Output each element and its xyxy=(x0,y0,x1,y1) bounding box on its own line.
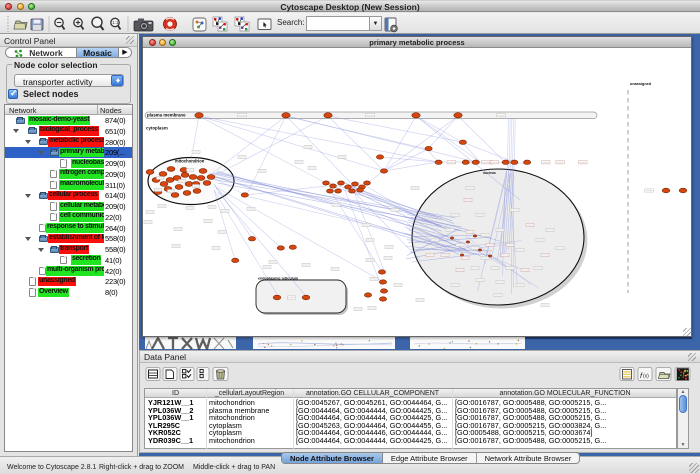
svg-text:endoplasmic reticulum: endoplasmic reticulum xyxy=(258,277,299,281)
svg-text:cytoplasm: cytoplasm xyxy=(146,126,168,131)
svg-text:mitochondrion: mitochondrion xyxy=(175,159,205,164)
svg-text:1:1: 1:1 xyxy=(112,20,119,25)
svg-text:plasma membrane: plasma membrane xyxy=(147,113,186,118)
svg-text:(x): (x) xyxy=(643,374,649,380)
svg-text:nucleus: nucleus xyxy=(483,171,496,175)
svg-text:unassigned: unassigned xyxy=(630,82,652,86)
